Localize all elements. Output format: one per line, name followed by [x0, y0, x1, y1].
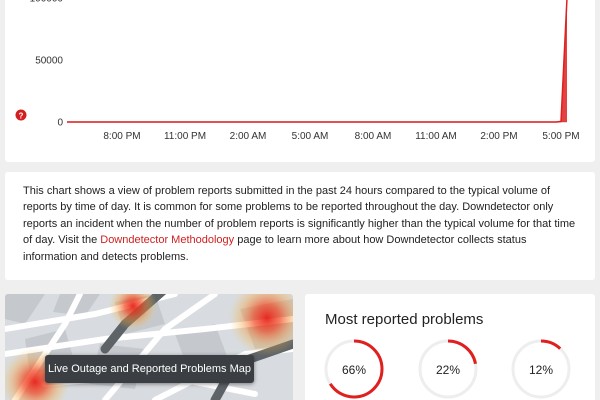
x-tick-label: 5:00 AM [292, 131, 329, 142]
x-tick-label: 8:00 PM [103, 131, 140, 142]
x-tick-label: 8:00 AM [355, 131, 392, 142]
y-tick-label: 0 [57, 118, 63, 129]
problem-percent-3: 12% [528, 363, 554, 377]
outage-map-image [5, 294, 293, 400]
help-icon[interactable]: ? [15, 109, 27, 121]
problem-percent-1: 66% [341, 363, 367, 377]
problem-percent-2: 22% [435, 363, 461, 377]
methodology-link[interactable]: Downdetector Methodology [100, 234, 234, 246]
chart-description-card: This chart shows a view of problem repor… [5, 172, 595, 280]
chart-description: This chart shows a view of problem repor… [23, 183, 581, 265]
x-tick-label: 2:00 PM [480, 131, 517, 142]
outage-map-card[interactable] [5, 294, 293, 400]
outage-chart: 100000 50000 0 8:00 PM 11:00 PM 2:00 AM 5:00 … [15, 0, 580, 142]
x-tick-label: 11:00 PM [164, 131, 206, 142]
x-tick-label: 11:00 AM [415, 131, 457, 142]
outage-chart-card: 100000 50000 0 8:00 PM 11:00 PM 2:00 AM 5:00 … [5, 0, 595, 162]
y-tick-label: 50000 [35, 56, 63, 67]
most-reported-problems-title: Most reported problems [325, 311, 484, 328]
reports-line-series [67, 0, 568, 123]
live-outage-map-button[interactable]: Live Outage and Reported Problems Map [45, 355, 254, 383]
x-tick-label: 5:00 PM [542, 131, 579, 142]
reports-area-series [67, 0, 567, 122]
svg-text:?: ? [19, 112, 24, 121]
x-tick-label: 2:00 AM [230, 131, 267, 142]
y-tick-label: 100000 [30, 0, 64, 5]
